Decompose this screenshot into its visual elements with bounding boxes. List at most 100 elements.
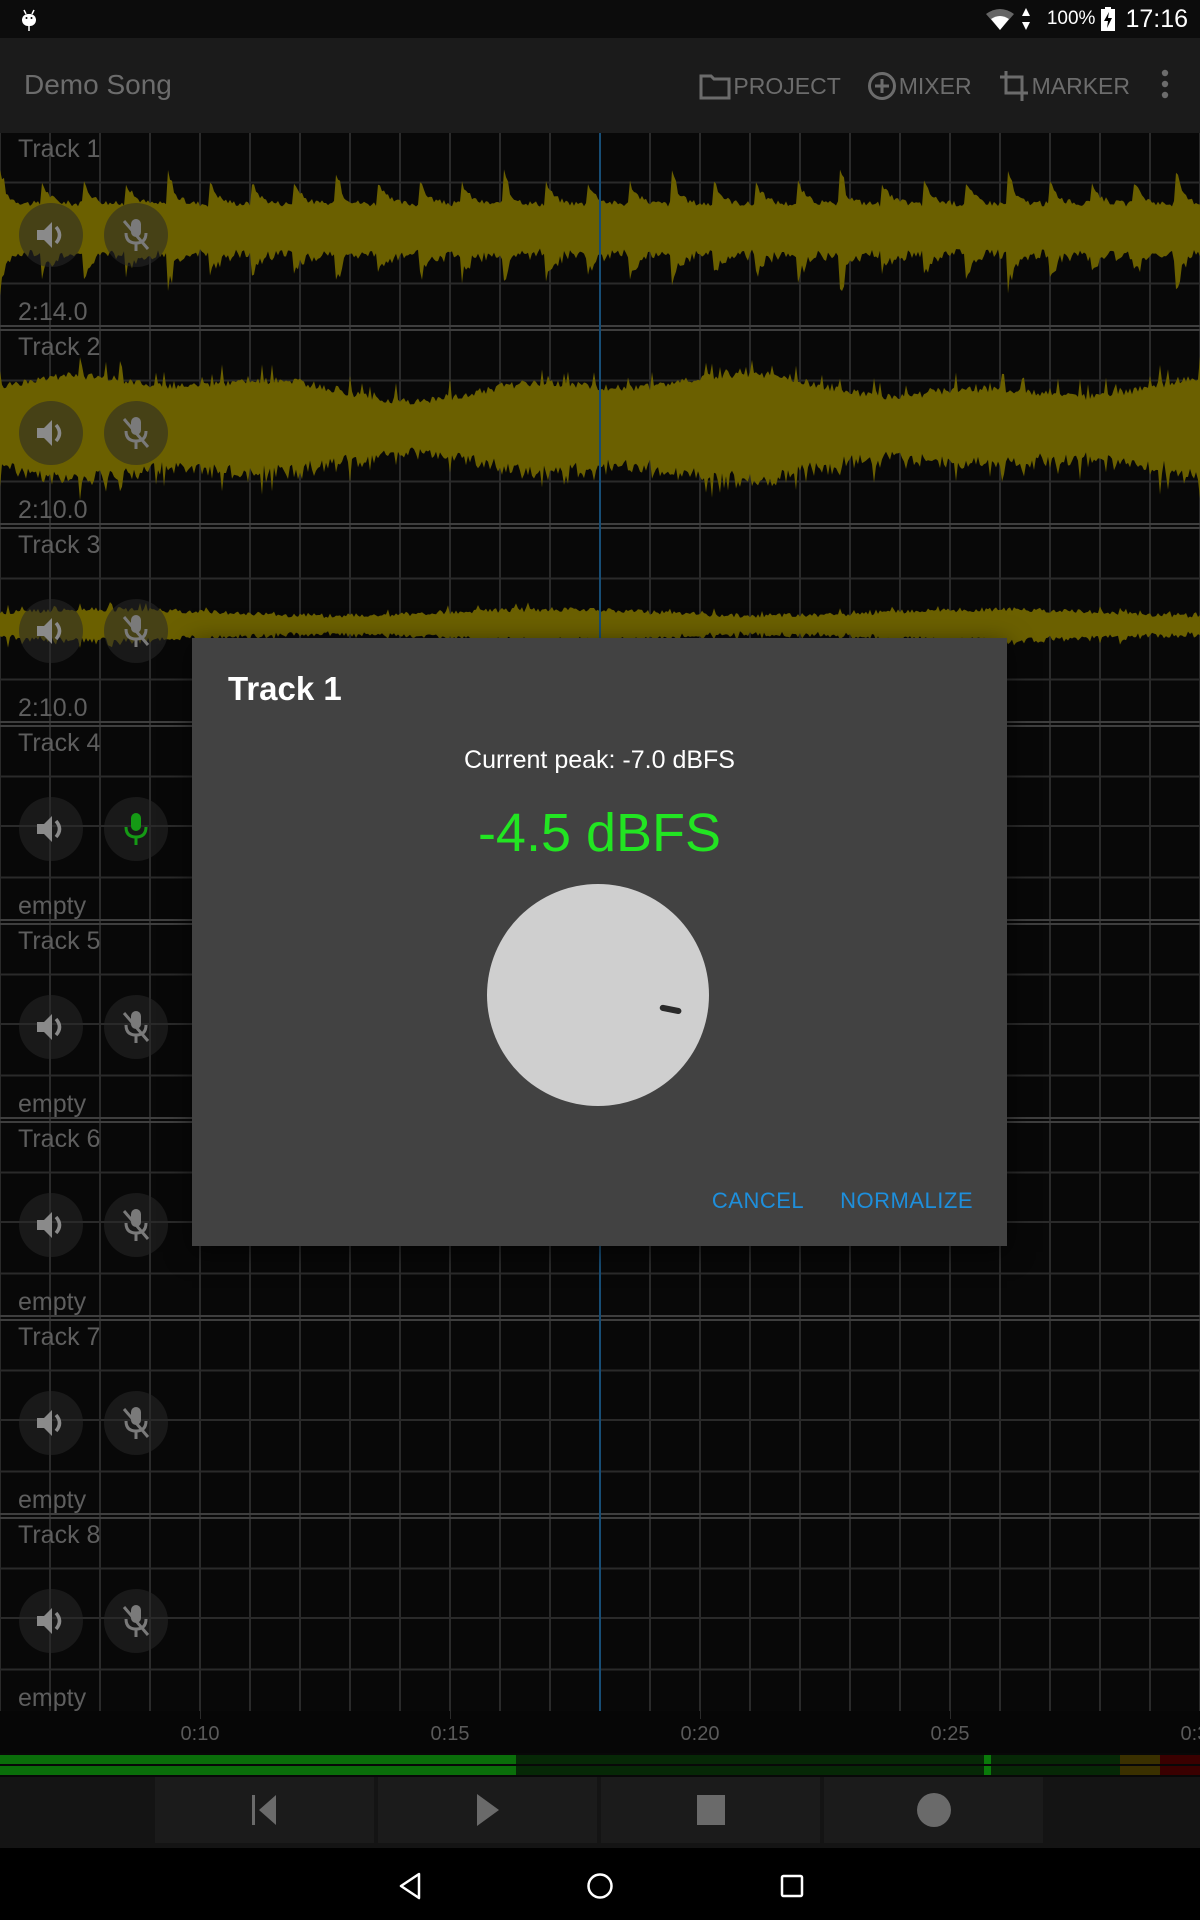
- track-mute-button[interactable]: [19, 797, 83, 861]
- speaker-icon: [37, 420, 62, 446]
- track-duration: empty: [18, 1090, 87, 1118]
- app-bar-actions: PROJECT MIXER MARKER: [699, 68, 1200, 104]
- track-mute-button[interactable]: [19, 1589, 83, 1653]
- back-button[interactable]: [390, 1866, 430, 1906]
- data-arrows-icon: [1021, 8, 1030, 30]
- project-label: PROJECT: [733, 72, 841, 99]
- meter-level-fill: [0, 1766, 516, 1775]
- track-mute-button[interactable]: [19, 599, 83, 663]
- mic-off-icon: [122, 1605, 150, 1637]
- track-mute-button[interactable]: [19, 1391, 83, 1455]
- track-duration: empty: [18, 892, 87, 920]
- time-ruler[interactable]: 0:10 0:15 0:20 0:25 0:30: [0, 1711, 1200, 1753]
- home-button[interactable]: [580, 1866, 620, 1906]
- status-bar: 100% 17:16: [0, 0, 1200, 38]
- level-meter-left: [0, 1755, 1200, 1764]
- time-tick-mark: [700, 1711, 701, 1719]
- track-duration: 2:10.0: [18, 694, 88, 722]
- track-mute-button[interactable]: [19, 995, 83, 1059]
- track-name: Track 2: [18, 333, 101, 361]
- track-name: Track 4: [18, 729, 101, 757]
- track-record-arm-button[interactable]: [104, 401, 168, 465]
- mic-off-icon: [122, 1407, 150, 1439]
- time-tick-label: 0:10: [180, 1723, 220, 1745]
- add-circle-icon: [867, 72, 896, 100]
- record-button[interactable]: [824, 1777, 1043, 1843]
- speaker-icon: [37, 618, 62, 644]
- mixer-button[interactable]: MIXER: [867, 71, 972, 101]
- track-duration: empty: [18, 1288, 87, 1316]
- meter-peak-hold: [984, 1766, 991, 1775]
- meter-yellow-zone: [1119, 1755, 1161, 1764]
- meter-green-zone: [516, 1755, 1120, 1764]
- track-record-arm-button[interactable]: [104, 1589, 168, 1653]
- normalize-dialog: Track 1 Current peak: -7.0 dBFS -4.5 dBF…: [192, 638, 1007, 1246]
- dialog-title: Track 1: [228, 670, 342, 707]
- speaker-icon: [37, 1608, 62, 1634]
- track-duration: empty: [18, 1684, 87, 1711]
- knob-body[interactable]: [487, 884, 709, 1106]
- rewind-button[interactable]: [155, 1777, 374, 1843]
- track-record-arm-button[interactable]: [104, 599, 168, 663]
- track-name: Track 7: [18, 1323, 101, 1351]
- time-tick-label: 0:25: [930, 1723, 970, 1745]
- mixer-label: MIXER: [898, 72, 972, 99]
- level-meter: [0, 1753, 1200, 1777]
- track-duration: 2:14.0: [18, 298, 88, 326]
- track-name: Track 8: [18, 1521, 101, 1549]
- record-icon: [916, 1793, 951, 1827]
- meter-red-zone: [1160, 1766, 1200, 1775]
- wifi-icon: [985, 9, 1014, 30]
- android-debug-icon: [22, 9, 36, 31]
- time-tick-mark: [950, 1711, 951, 1719]
- status-icons: 100% 17:16: [985, 4, 1188, 34]
- back-icon: [399, 1872, 421, 1900]
- target-level-knob[interactable]: [487, 884, 709, 1106]
- app-bar: Demo Song PROJECT MIXER MARKER: [0, 38, 1200, 133]
- stop-button[interactable]: [601, 1777, 820, 1843]
- track-record-arm-button[interactable]: [104, 1193, 168, 1257]
- folder-icon: [699, 74, 731, 100]
- time-tick-label: 0:20: [680, 1723, 720, 1745]
- track-name: Track 5: [18, 927, 101, 955]
- mic-off-icon: [122, 219, 150, 251]
- play-button[interactable]: [378, 1777, 597, 1843]
- skip-to-start-icon: [251, 1795, 276, 1825]
- marker-label: MARKER: [1031, 72, 1130, 99]
- knob-indicator: [659, 1004, 682, 1014]
- marker-button[interactable]: MARKER: [998, 69, 1130, 103]
- track-duration: empty: [18, 1486, 87, 1514]
- meter-red-zone: [1160, 1755, 1200, 1764]
- speaker-icon: [37, 222, 62, 248]
- mic-off-icon: [122, 1209, 150, 1241]
- recents-icon: [780, 1874, 804, 1898]
- recents-button[interactable]: [772, 1866, 812, 1906]
- dialog-actions: CANCEL NORMALIZE: [694, 1178, 991, 1224]
- meter-green-zone: [516, 1766, 1120, 1775]
- time-tick-mark: [450, 1711, 451, 1719]
- track-record-arm-button[interactable]: [104, 797, 168, 861]
- track-duration: 2:10.0: [18, 496, 88, 524]
- normalize-button[interactable]: NORMALIZE: [822, 1178, 991, 1224]
- stop-icon: [696, 1795, 725, 1825]
- battery-percent: 100%: [1046, 8, 1096, 29]
- battery-charging-icon: [1101, 7, 1116, 31]
- project-button[interactable]: PROJECT: [699, 72, 841, 100]
- speaker-icon: [37, 816, 62, 842]
- track-record-arm-button[interactable]: [104, 995, 168, 1059]
- track-record-arm-button[interactable]: [104, 1391, 168, 1455]
- track-mute-button[interactable]: [19, 401, 83, 465]
- cancel-button[interactable]: CANCEL: [694, 1178, 822, 1224]
- mic-off-icon: [122, 1011, 150, 1043]
- transport-bar: [0, 1777, 1200, 1848]
- speaker-icon: [37, 1014, 62, 1040]
- level-meter-right: [0, 1766, 1200, 1775]
- track-record-arm-button[interactable]: [104, 203, 168, 267]
- speaker-icon: [37, 1410, 62, 1436]
- system-nav-bar: [0, 1848, 1200, 1920]
- track-mute-button[interactable]: [19, 1193, 83, 1257]
- time-tick-mark: [200, 1711, 201, 1719]
- track-mute-button[interactable]: [19, 203, 83, 267]
- meter-yellow-zone: [1119, 1766, 1161, 1775]
- overflow-menu-button[interactable]: [1160, 69, 1170, 104]
